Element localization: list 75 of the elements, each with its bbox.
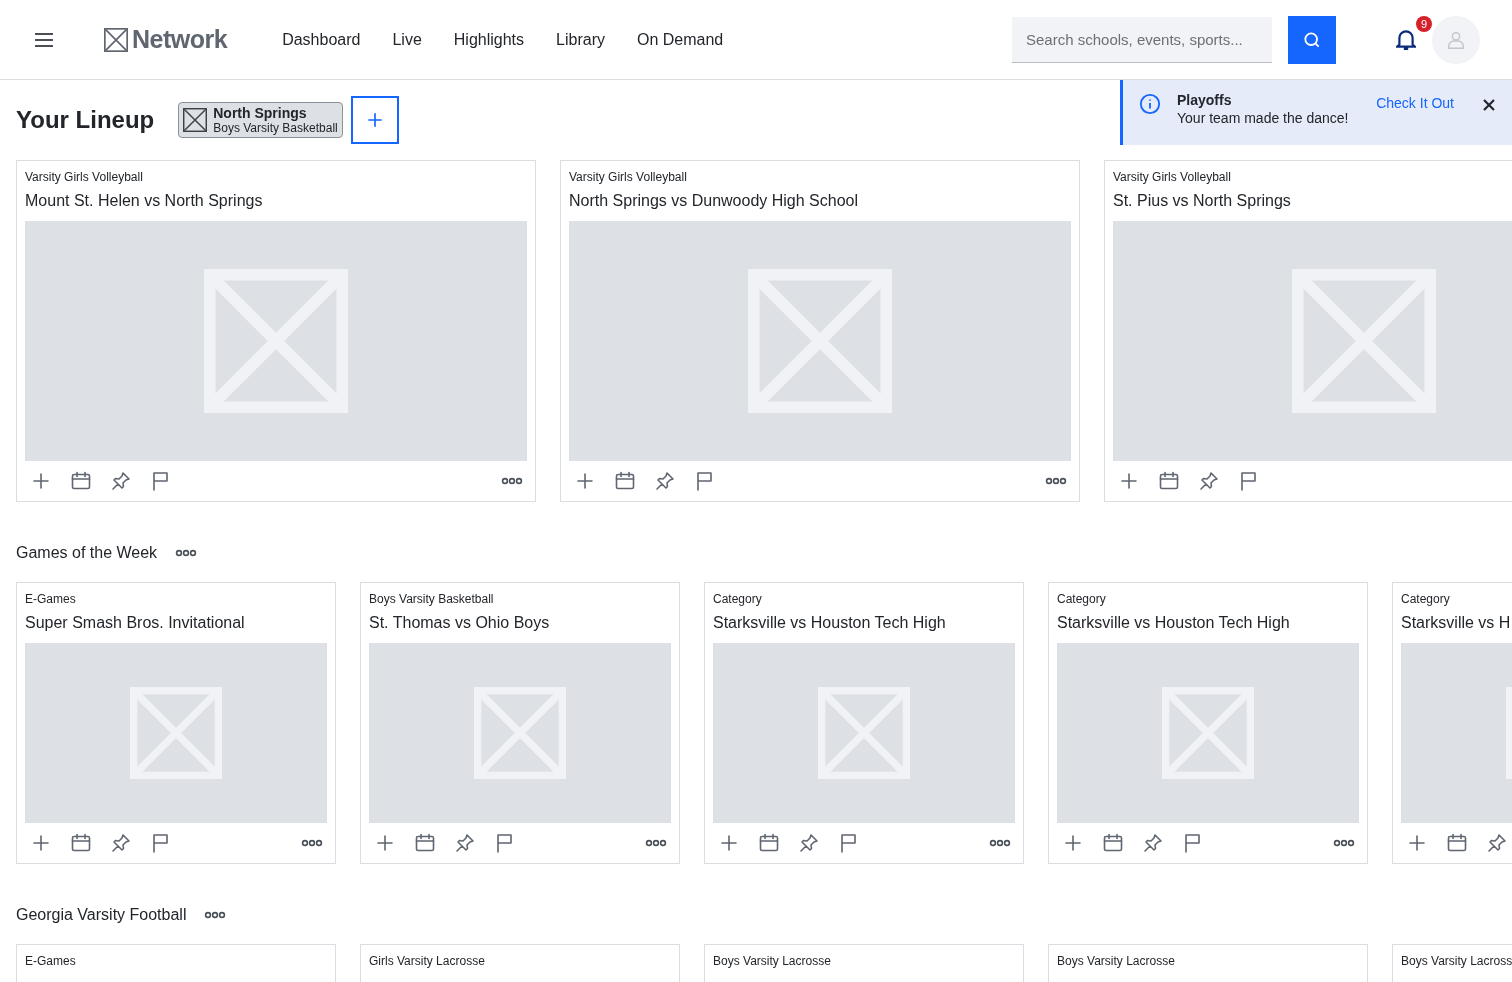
event-card[interactable]: Girls Varsity Lacrosse [360, 944, 680, 982]
logo-icon [104, 27, 128, 52]
event-title: St. Thomas vs Ohio Boys [369, 613, 551, 633]
event-card[interactable]: Boys Varsity Basketball St. Thomas vs Ohio Boys [360, 582, 680, 864]
nav-link[interactable]: Highlights [453, 30, 525, 49]
event-card[interactable]: Varsity Girls Volleyball North Springs vs Dunwoody High School [560, 160, 1080, 502]
banner-title: Playoffs [1177, 92, 1233, 108]
section-title: Your Lineup [16, 106, 155, 134]
event-title: Starksville vs Houston Tech High [713, 613, 947, 633]
event-title: Super Smash Bros. Invitational [25, 613, 246, 633]
event-category: E-Games [25, 591, 77, 607]
event-card[interactable]: Boys Varsity Lacross [1392, 944, 1512, 982]
notification-badge: 9 [1416, 15, 1432, 32]
more-icon[interactable] [1045, 477, 1067, 485]
team-chip[interactable]: North Springs Boys Varsity Basketball [178, 102, 343, 138]
search-icon [1302, 29, 1322, 50]
event-card[interactable]: Boys Varsity Lacrosse [704, 944, 1024, 982]
event-category: Category [1057, 591, 1107, 607]
search-field[interactable]: Search schools, events, sports... [1012, 16, 1272, 63]
event-category: Category [1401, 591, 1451, 607]
pin-icon[interactable] [1197, 469, 1221, 493]
close-icon[interactable] [1482, 98, 1496, 112]
event-title: St. Pius vs North Springs [1113, 191, 1292, 211]
event-category: Boys Varsity Basketball [369, 591, 495, 607]
section-title: Games of the Week [16, 544, 158, 562]
more-icon[interactable] [1333, 839, 1355, 847]
event-category: Varsity Girls Volleyball [569, 169, 688, 185]
event-card[interactable]: Varsity Girls Volleyball Mount St. Helen vs North Springs [16, 160, 536, 502]
more-icon[interactable] [645, 839, 667, 847]
event-category: Category [713, 591, 763, 607]
section-title: Georgia Varsity Football [16, 906, 187, 924]
event-card[interactable]: Varsity Girls Volleyball St. Pius vs North Springs [1104, 160, 1512, 502]
pin-icon[interactable] [453, 831, 477, 855]
info-icon [1139, 93, 1161, 115]
pin-icon[interactable] [109, 831, 133, 855]
add-team-button[interactable] [350, 96, 399, 144]
pin-icon[interactable] [1141, 831, 1165, 855]
event-card[interactable]: Category Starksville vs Houston Tech High [704, 582, 1024, 864]
event-card[interactable]: Category Starksville vs Houston Tech High [1048, 582, 1368, 864]
event-title: Starksville vs H [1401, 613, 1512, 633]
more-icon[interactable] [989, 839, 1011, 847]
event-category: E-Games [25, 953, 77, 969]
more-icon[interactable] [301, 839, 323, 847]
event-card[interactable]: E-Games [16, 944, 336, 982]
pin-icon[interactable] [653, 469, 677, 493]
crossed-box-icon [183, 108, 208, 132]
more-icon[interactable] [501, 477, 523, 485]
pin-icon[interactable] [797, 831, 821, 855]
event-category: Varsity Girls Volleyball [1113, 169, 1232, 185]
event-card[interactable]: E-Games Super Smash Bros. Invitational [16, 582, 336, 864]
event-category: Girls Varsity Lacrosse [369, 953, 486, 969]
event-category: Boys Varsity Lacrosse [713, 953, 832, 969]
event-card[interactable]: Boys Varsity Lacrosse [1048, 944, 1368, 982]
event-card[interactable]: Category Starksville vs H [1392, 582, 1512, 864]
nav-link[interactable]: Live [392, 30, 422, 49]
pin-icon[interactable] [1485, 831, 1509, 855]
event-category: Varsity Girls Volleyball [25, 169, 144, 185]
event-category: Boys Varsity Lacross [1401, 953, 1512, 969]
event-category: Boys Varsity Lacrosse [1057, 953, 1176, 969]
event-title: Mount St. Helen vs North Springs [25, 191, 264, 211]
event-title: Starksville vs Houston Tech High [1057, 613, 1291, 633]
logo-text[interactable]: Network [132, 25, 228, 54]
team-label: Boys Varsity Basketball [213, 121, 338, 135]
bell-icon[interactable] [1396, 27, 1416, 50]
team-name: North Springs [213, 105, 308, 121]
more-icon[interactable] [175, 549, 198, 557]
banner-link[interactable]: Check It Out [1376, 95, 1454, 111]
search-button[interactable] [1288, 15, 1336, 64]
banner-message: Your team made the dance! [1177, 110, 1349, 126]
nav-link[interactable]: Dashboard [282, 30, 361, 49]
nav-link[interactable]: On Demand [636, 30, 724, 49]
pin-icon[interactable] [109, 469, 133, 493]
more-icon[interactable] [204, 911, 227, 919]
nav-link[interactable]: Library [556, 30, 605, 49]
event-title: North Springs vs Dunwoody High School [569, 191, 860, 211]
